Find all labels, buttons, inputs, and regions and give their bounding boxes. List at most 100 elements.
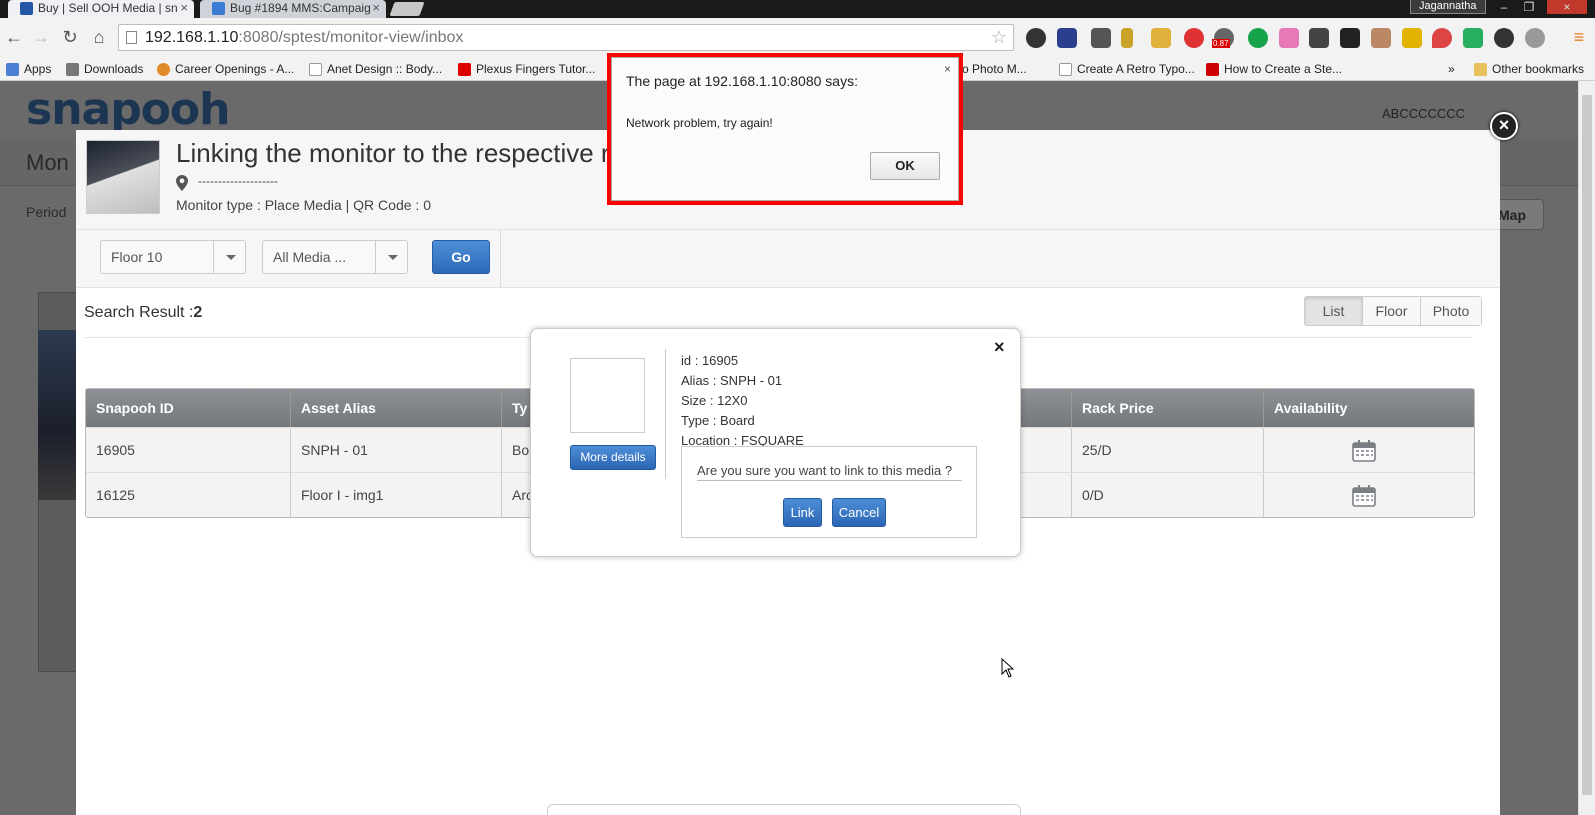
media-size: Size : 12X0	[681, 393, 748, 408]
view-toggle-group: List Floor Photo	[1304, 296, 1482, 326]
extension-icon[interactable]	[1057, 28, 1077, 48]
extension-speed-icon[interactable]: 0.87	[1212, 28, 1234, 48]
divider	[500, 230, 501, 288]
extension-icon[interactable]	[1371, 28, 1391, 48]
browser-tab-strip: Buy | Sell OOH Media | sn × Bug #1894 MM…	[0, 0, 1595, 18]
modal-close-icon[interactable]: ×	[1490, 112, 1518, 140]
column-header[interactable]: Availability	[1264, 389, 1474, 427]
alert-close-icon[interactable]: ×	[944, 62, 951, 76]
extension-icon[interactable]	[1525, 28, 1545, 48]
browser-toolbar: ← → ↻ ⌂ 192.168.1.10:8080/sptest/monitor…	[0, 18, 1595, 58]
back-icon[interactable]: ←	[3, 26, 25, 48]
scrollbar-thumb[interactable]	[1582, 95, 1592, 795]
more-details-button[interactable]: More details	[570, 445, 656, 470]
tab-close-icon[interactable]: ×	[372, 0, 380, 15]
bookmark-label: Plexus Fingers Tutor...	[476, 62, 596, 76]
window-close-icon[interactable]: ×	[1547, 0, 1587, 14]
extension-icon[interactable]	[1151, 28, 1171, 48]
column-header[interactable]: Rack Price	[1072, 389, 1264, 427]
extension-icon[interactable]	[1340, 28, 1360, 48]
bookmark-item[interactable]: o Photo M...	[962, 62, 1027, 76]
column-header[interactable]: Snapooh ID	[86, 389, 291, 427]
media-alias: Alias : SNPH - 01	[681, 373, 783, 388]
extension-icon[interactable]	[1279, 28, 1299, 48]
browser-tab[interactable]: Bug #1894 MMS:Campaig ×	[200, 0, 386, 18]
extension-icon[interactable]	[1184, 28, 1204, 48]
bookmark-item[interactable]: Career Openings - A...	[157, 62, 294, 76]
folder-icon	[1474, 63, 1487, 76]
bookmark-label: Career Openings - A...	[175, 62, 295, 76]
filter-bar: Floor 10 All Media ... Go	[76, 230, 1500, 288]
mouse-cursor-icon	[1001, 658, 1015, 678]
bg-user-name: ABCCCCCCC	[1382, 106, 1466, 121]
chevron-down-icon	[213, 241, 245, 273]
bookmark-label: o Photo M...	[962, 62, 1027, 76]
bookmark-item[interactable]: Anet Design :: Body...	[309, 62, 442, 76]
restore-icon[interactable]: ❐	[1517, 0, 1541, 14]
calendar-icon[interactable]	[1352, 440, 1376, 462]
other-bookmarks[interactable]: Other bookmarks	[1474, 62, 1584, 76]
view-photo-button[interactable]: Photo	[1421, 297, 1481, 325]
media-select[interactable]: All Media ...	[262, 240, 408, 274]
view-list-button[interactable]: List	[1305, 297, 1363, 325]
reload-icon[interactable]: ↻	[59, 26, 81, 48]
extension-icon[interactable]	[1309, 28, 1329, 48]
cell-snapooh-id: 16905	[86, 428, 291, 472]
extension-timer-icon[interactable]	[1121, 28, 1133, 48]
bookmark-label: Anet Design :: Body...	[327, 62, 443, 76]
bookmarks-overflow-icon[interactable]: »	[1448, 62, 1455, 76]
view-floor-button[interactable]: Floor	[1363, 297, 1421, 325]
snapooh-logo: snapooh	[26, 84, 230, 135]
browser-user-badge[interactable]: Jagannatha	[1410, 0, 1486, 14]
bookmark-star-icon[interactable]: ☆	[991, 25, 1007, 50]
grammarly-icon[interactable]	[1248, 28, 1268, 48]
extension-icon[interactable]	[1402, 28, 1422, 48]
address-bar[interactable]: 192.168.1.10:8080/sptest/monitor-view/in…	[118, 24, 1014, 51]
monitor-meta: Monitor type : Place Media | QR Code : 0	[176, 197, 431, 213]
extension-icon[interactable]	[1494, 28, 1514, 48]
redmine-favicon-icon	[212, 2, 225, 15]
page-icon	[126, 31, 137, 44]
popup-close-icon[interactable]: ×	[994, 337, 1005, 358]
bookmark-apps[interactable]: Apps	[6, 62, 51, 76]
new-tab-button[interactable]	[389, 2, 425, 16]
page-icon	[1059, 63, 1072, 76]
go-button[interactable]: Go	[432, 240, 490, 274]
forward-icon[interactable]: →	[30, 26, 52, 48]
cancel-button[interactable]: Cancel	[832, 498, 886, 527]
home-icon[interactable]: ⌂	[88, 26, 110, 48]
bookmark-label: Create A Retro Typo...	[1077, 62, 1195, 76]
extension-icon[interactable]	[1463, 28, 1483, 48]
column-header[interactable]: Asset Alias	[291, 389, 502, 427]
bottom-panel-edge	[547, 804, 1021, 815]
browser-tab-active[interactable]: Buy | Sell OOH Media | sn ×	[8, 0, 194, 18]
floor-select-value: Floor 10	[111, 249, 163, 265]
youtube-icon	[458, 63, 471, 76]
site-icon	[309, 63, 322, 76]
bookmark-item[interactable]: Create A Retro Typo...	[1059, 62, 1195, 76]
confirm-question: Are you sure you want to link to this me…	[697, 463, 962, 481]
floor-select[interactable]: Floor 10	[100, 240, 246, 274]
bookmark-label: Apps	[24, 62, 52, 76]
location-pin-icon	[176, 175, 188, 191]
search-result-text: Search Result :	[84, 304, 194, 321]
link-button[interactable]: Link	[783, 498, 822, 527]
ok-button[interactable]: OK	[870, 152, 940, 180]
menu-icon[interactable]: ≡	[1568, 26, 1590, 48]
bg-period-label: Period	[26, 204, 67, 220]
cell-availability	[1264, 473, 1474, 517]
bookmark-item[interactable]: How to Create a Ste...	[1206, 62, 1342, 76]
extension-gear-icon[interactable]	[1026, 28, 1046, 48]
bg-page-title: Mon	[26, 150, 69, 175]
calendar-icon[interactable]	[1352, 485, 1376, 507]
maps-pin-icon[interactable]	[1432, 28, 1452, 48]
tab-close-icon[interactable]: ×	[180, 0, 188, 15]
link-media-popup: More details id : 16905 Alias : SNPH - 0…	[530, 328, 1021, 557]
extension-eyedropper-icon[interactable]	[1091, 28, 1111, 48]
bookmark-downloads[interactable]: Downloads	[66, 62, 143, 76]
bookmark-item[interactable]: Plexus Fingers Tutor...	[458, 62, 595, 76]
page-scrollbar[interactable]	[1578, 81, 1595, 815]
alert-body: The page at 192.168.1.10:8080 says: × Ne…	[611, 57, 959, 201]
minimize-icon[interactable]: –	[1492, 0, 1516, 14]
js-alert-dialog: The page at 192.168.1.10:8080 says: × Ne…	[607, 53, 963, 205]
